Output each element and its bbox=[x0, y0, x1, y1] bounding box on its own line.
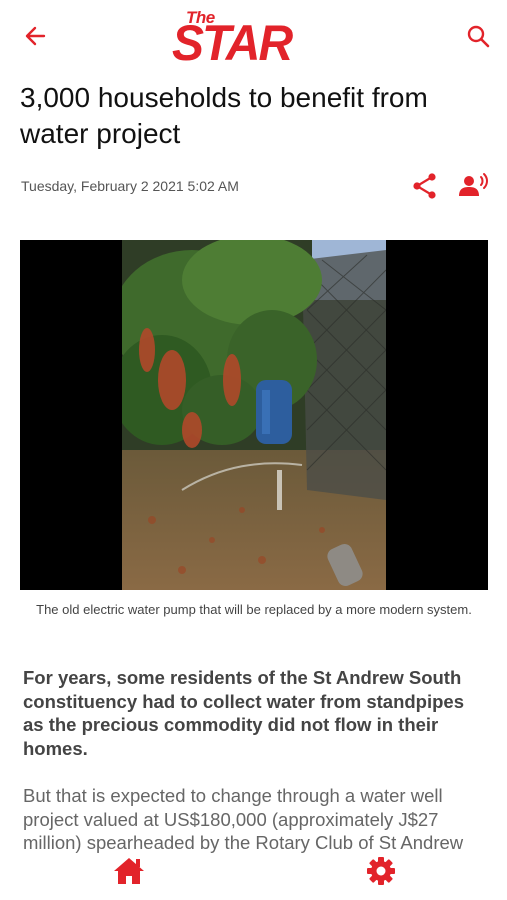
water-pump-photo bbox=[122, 240, 386, 590]
article-headline: 3,000 households to benefit from water p… bbox=[20, 82, 428, 149]
settings-button[interactable] bbox=[365, 855, 397, 887]
body-paragraph: But that is expected to change through a… bbox=[23, 785, 464, 853]
top-bar: The STAR bbox=[0, 0, 507, 72]
photo-caption: The old electric water pump that will be… bbox=[36, 602, 472, 617]
the-star-logo[interactable]: The STAR bbox=[172, 8, 342, 72]
logo-main-text: STAR bbox=[172, 15, 293, 72]
bottom-nav-bar bbox=[0, 852, 507, 900]
lead-paragraph: For years, some residents of the St Andr… bbox=[23, 667, 465, 759]
listen-button[interactable] bbox=[458, 172, 490, 200]
text-to-speech-icon bbox=[459, 173, 488, 196]
share-button[interactable] bbox=[411, 172, 439, 200]
arrow-left-icon bbox=[25, 26, 46, 46]
home-button[interactable] bbox=[112, 855, 146, 887]
gear-icon bbox=[367, 857, 395, 885]
article-photo[interactable] bbox=[20, 240, 488, 590]
search-icon bbox=[467, 25, 490, 48]
back-button[interactable] bbox=[22, 22, 50, 50]
search-button[interactable] bbox=[464, 22, 492, 50]
share-icon bbox=[413, 173, 436, 199]
article-date: Tuesday, February 2 2021 5:02 AM bbox=[21, 178, 239, 194]
home-icon bbox=[114, 858, 144, 884]
